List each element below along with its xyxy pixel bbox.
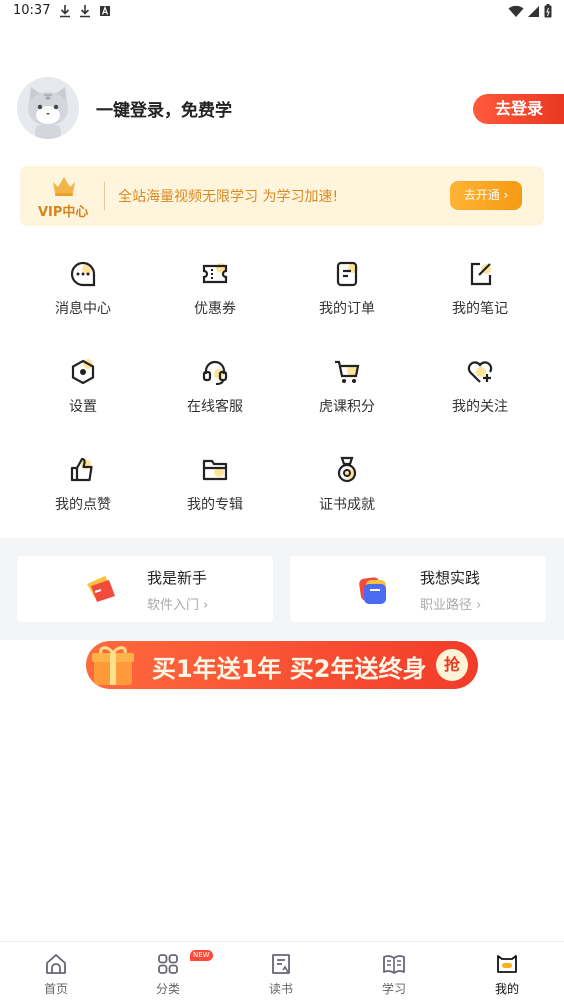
tab-home[interactable]: 首页 [0,950,112,1000]
cart-icon [335,360,360,383]
promo-text: 买1年送1年 买2年送终身 [152,655,427,683]
gift-box-icon [92,646,134,685]
avatar[interactable] [17,77,79,139]
login-prompt[interactable]: 一键登录，免费学 [96,96,232,121]
vip-divider [104,182,105,210]
vip-open-button[interactable]: 去开通 › [450,181,522,210]
menu-item-following[interactable]: 我的关注 [420,358,540,428]
menu-label: 我的关注 [452,399,508,415]
menu-label: 消息中心 [55,301,111,317]
tiger-avatar-icon [17,77,79,139]
menu-item-likes[interactable]: 我的点赞 [23,456,143,526]
card-subtitle: 软件入门 › [147,598,209,613]
menu-label: 证书成就 [319,497,375,513]
menu-item-albums[interactable]: 我的专辑 [155,456,275,526]
menu-label: 优惠券 [194,301,236,317]
menu-item-messages[interactable]: 消息中心 [23,260,143,330]
menu-item-notes[interactable]: 我的笔记 [420,260,540,330]
tab-label: 我的 [494,982,519,996]
category-icon [158,954,178,974]
coupon-icon [202,263,228,284]
headset-icon [202,360,228,385]
profile-icon [497,955,517,973]
bottom-tab-bar: 首页 NEW 分类 读书 学习 我的 [0,941,564,1002]
heart-plus-icon [467,361,493,383]
menu-label: 我的订单 [319,301,375,317]
open-book-icon [383,955,405,974]
grab-button[interactable]: 抢 [436,649,468,681]
menu-label: 我的点赞 [55,497,111,513]
tab-label: 分类 [155,982,180,996]
menu-item-customer-service[interactable]: 在线客服 [155,358,275,428]
tab-label: 首页 [43,982,68,996]
briefcase-icon [359,577,386,604]
download-icon [80,5,90,18]
order-icon [336,261,358,287]
beginner-icon [87,576,115,602]
tab-category[interactable]: NEW 分类 [112,950,224,1000]
book-icon [272,954,290,974]
vip-center-label: VIP中心 [38,205,89,220]
login-button[interactable]: 去登录 [473,94,564,124]
medal-icon [337,456,357,483]
vip-banner[interactable]: VIP中心 全站海量视频无限学习 为学习加速! 去开通 › [20,166,544,226]
message-icon [70,261,96,287]
folder-icon [202,459,228,481]
card-title: 我是新手 [147,569,208,587]
home-icon [46,954,66,974]
crown-icon [53,177,75,196]
tab-label: 读书 [268,982,293,996]
menu-item-coupons[interactable]: 优惠券 [155,260,275,330]
tab-study[interactable]: 学习 [338,950,450,1000]
new-badge: NEW [190,950,213,961]
menu-item-certificates[interactable]: 证书成就 [287,456,407,526]
tab-mine[interactable]: 我的 [451,950,563,1000]
menu-label: 设置 [69,399,97,415]
status-time: 10:37 [13,3,51,18]
wifi-icon [508,5,524,17]
tab-label: 学习 [381,982,406,996]
promo-banner[interactable]: 买1年送1年 买2年送终身 抢 [86,641,478,689]
settings-icon [71,359,95,385]
menu-label: 虎课积分 [319,399,375,415]
menu-label: 我的笔记 [452,301,508,317]
note-icon [470,262,492,286]
status-bar: 10:37 [0,0,564,24]
signal-icon [528,5,539,17]
vip-description: 全站海量视频无限学习 为学习加速! [118,189,339,205]
tab-reading[interactable]: 读书 [225,950,337,1000]
download-icon [60,5,70,18]
a-icon [100,5,110,16]
menu-item-settings[interactable]: 设置 [23,358,143,428]
profile-page: 10:37 一键登录，免费学 去登录 VIP中心 全站海量视频无限学习 为学习加… [0,0,564,1002]
menu-item-orders[interactable]: 我的订单 [287,260,407,330]
menu-label: 我的专辑 [187,497,243,513]
menu-label: 在线客服 [187,399,243,415]
beginner-card[interactable]: 我是新手 软件入门 › [17,556,273,622]
thumbs-up-icon [70,457,93,482]
battery-icon [544,4,552,18]
practice-card[interactable]: 我想实践 职业路径 › [290,556,546,622]
menu-item-points[interactable]: 虎课积分 [287,358,407,428]
card-title: 我想实践 [420,569,481,587]
card-subtitle: 职业路径 › [420,598,482,613]
